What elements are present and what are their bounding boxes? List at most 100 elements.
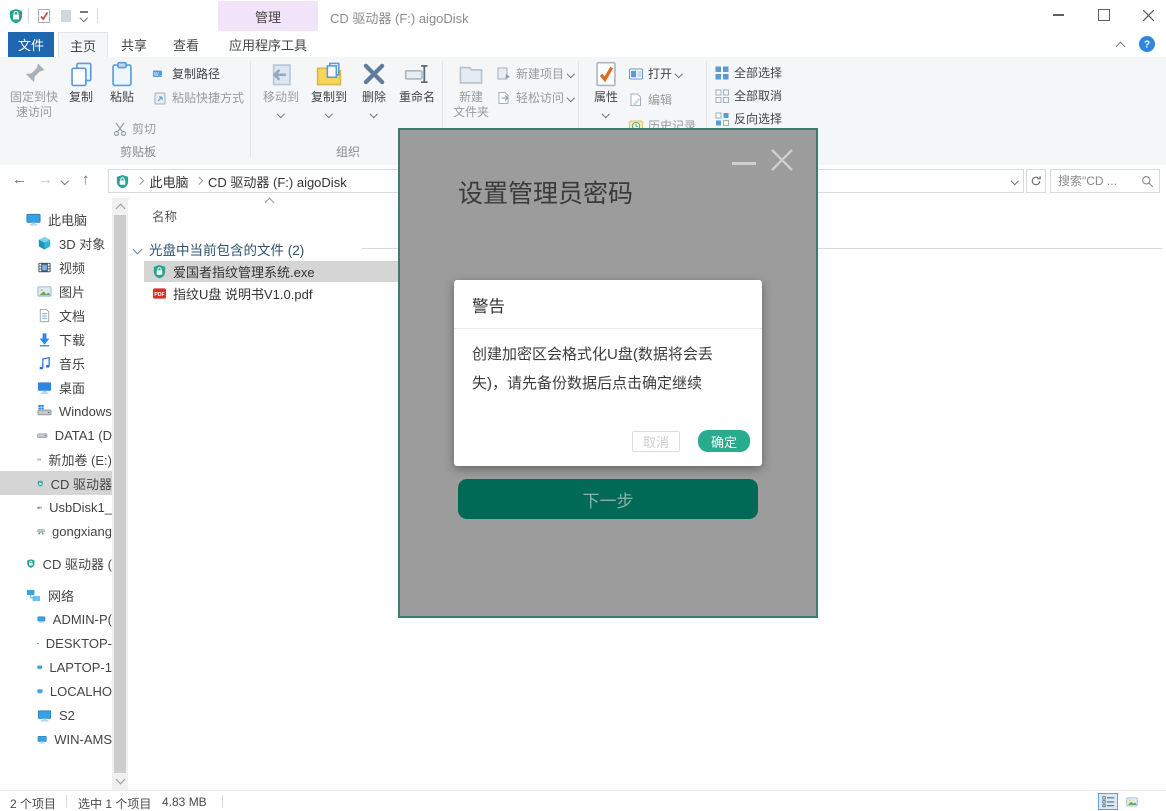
properties-button[interactable]: 属性 <box>586 61 626 120</box>
refresh-button[interactable] <box>1026 169 1046 193</box>
svg-text:PDF: PDF <box>154 292 165 298</box>
sidebar-item[interactable]: 新加卷 (E:) <box>0 447 112 471</box>
group-label-clipboard: 剪贴板 <box>100 143 176 160</box>
selection-count: 选中 1 个项目 <box>78 795 151 811</box>
sidebar-item[interactable]: CD 驱动器 ( <box>0 551 112 575</box>
cut-button[interactable]: 剪切 <box>112 120 156 137</box>
dialog-close-button[interactable] <box>768 146 796 174</box>
tab-view[interactable]: 查看 <box>162 32 210 57</box>
collapse-ribbon-icon[interactable] <box>1116 42 1126 52</box>
move-to-icon <box>268 61 294 87</box>
sidebar-item-label: 此电脑 <box>48 210 87 229</box>
sidebar-item[interactable]: CD 驱动器 <box>0 471 112 495</box>
paste-button[interactable]: 粘贴 <box>102 61 142 105</box>
help-icon[interactable]: ? <box>1139 36 1155 55</box>
column-header-name[interactable]: 名称 <box>152 206 177 225</box>
paste-shortcut-button[interactable]: 粘贴快捷方式 <box>152 89 244 106</box>
contextual-tab-manage[interactable]: 管理 <box>218 1 318 31</box>
sidebar-item[interactable]: gongxiang <box>0 519 112 543</box>
maximize-button[interactable] <box>1081 0 1126 30</box>
easy-access-button[interactable]: 轻松访问 <box>496 89 574 106</box>
open-button[interactable]: 打开 <box>628 65 682 82</box>
sidebar-item[interactable]: 此电脑 <box>0 207 112 231</box>
sidebar-item[interactable]: 文档 <box>0 303 112 327</box>
sidebar-item[interactable]: 图片 <box>0 279 112 303</box>
close-button[interactable] <box>1126 0 1166 30</box>
pdf-icon: PDF <box>152 286 167 301</box>
qat-newfolder-icon[interactable] <box>58 8 74 24</box>
group-collapse-icon[interactable] <box>133 244 143 254</box>
divider <box>250 61 251 157</box>
sidebar-item[interactable]: S2 <box>0 703 112 727</box>
cancel-button[interactable]: 取消 <box>632 431 680 452</box>
tab-app-tools[interactable]: 应用程序工具 <box>218 32 318 57</box>
details-view-button[interactable] <box>1098 793 1118 810</box>
sidebar-item-label: 下载 <box>59 330 85 349</box>
sidebar-scrollbar[interactable] <box>112 198 128 790</box>
move-to-button[interactable]: 移动到 <box>258 61 304 120</box>
sidebar-item[interactable]: DATA1 (D <box>0 423 112 447</box>
sidebar-item[interactable]: LOCALHO <box>0 679 112 703</box>
sidebar-item[interactable]: WIN-AMS <box>0 727 112 751</box>
sidebar-item-label: 新加卷 (E:) <box>48 450 112 469</box>
pc-icon <box>37 684 43 699</box>
easy-access-icon <box>496 90 512 106</box>
sidebar-item[interactable]: Windows <box>0 399 112 423</box>
network-icon <box>26 588 41 603</box>
dialog-minimize-button[interactable] <box>732 162 756 165</box>
delete-button[interactable]: 删除 <box>354 61 394 120</box>
invert-selection-button[interactable]: 反向选择 <box>714 110 782 127</box>
search-icon[interactable] <box>1141 175 1154 188</box>
copy-path-button[interactable]: W..复制路径 <box>152 65 220 82</box>
tab-file[interactable]: 文件 <box>8 32 54 57</box>
thumbnails-view-button[interactable] <box>1122 793 1142 810</box>
edit-button[interactable]: 编辑 <box>628 91 672 108</box>
sort-ascending-icon[interactable] <box>265 198 275 208</box>
qat-properties-icon[interactable] <box>36 8 52 24</box>
minimize-button[interactable] <box>1036 0 1081 30</box>
recent-locations-icon[interactable] <box>61 177 69 185</box>
properties-icon <box>593 61 619 87</box>
sidebar-item-label: ADMIN-P( <box>53 612 112 627</box>
sidebar-item[interactable]: DESKTOP- <box>0 631 112 655</box>
sidebar-item[interactable]: LAPTOP-1 <box>0 655 112 679</box>
breadcrumb-current[interactable]: CD 驱动器 (F:) aigoDisk <box>208 172 347 191</box>
search-input[interactable] <box>1056 173 1137 189</box>
sidebar-item[interactable]: ADMIN-P( <box>0 607 112 631</box>
sidebar-item[interactable]: UsbDisk1_ <box>0 495 112 519</box>
back-button[interactable]: ← <box>12 171 27 188</box>
up-button[interactable]: ↑ <box>82 171 90 188</box>
sidebar-item[interactable]: 下载 <box>0 327 112 351</box>
new-item-button[interactable]: 新建项目 <box>496 65 574 82</box>
select-all-button[interactable]: 全部选择 <box>714 64 782 81</box>
sidebar-item[interactable]: 音乐 <box>0 351 112 375</box>
search-box[interactable] <box>1050 169 1160 193</box>
warning-message: 创建加密区会格式化U盘(数据将会丢失)，请先备份数据后点击确定继续 <box>472 340 746 398</box>
sidebar-item-label: CD 驱动器 <box>51 474 112 493</box>
breadcrumb-this-pc[interactable]: 此电脑 <box>150 172 189 191</box>
rename-button[interactable]: 重命名 <box>394 61 440 105</box>
location-icon <box>115 174 130 189</box>
next-step-button[interactable]: 下一步 <box>458 479 758 519</box>
scrollbar-thumb[interactable] <box>114 215 126 773</box>
forward-button[interactable]: → <box>38 171 53 188</box>
file-group-header[interactable]: 光盘中当前包含的文件 (2) <box>134 239 304 259</box>
pin-to-quick-access-button[interactable]: 固定到快速访问 <box>6 61 62 120</box>
new-folder-button[interactable]: 新建文件夹 <box>448 61 494 120</box>
tab-home[interactable]: 主页 <box>58 32 108 58</box>
scroll-down-icon[interactable] <box>116 775 126 785</box>
copy-button[interactable]: 复制 <box>62 61 100 105</box>
tab-share[interactable]: 共享 <box>110 32 158 57</box>
sidebar-item[interactable]: 视频 <box>0 255 112 279</box>
svg-text:?: ? <box>1144 40 1150 51</box>
pc-icon <box>37 708 52 723</box>
scroll-up-icon[interactable] <box>116 204 126 214</box>
address-dropdown-icon[interactable] <box>1010 177 1018 185</box>
select-none-button[interactable]: 全部取消 <box>714 87 782 104</box>
sidebar-item[interactable]: 网络 <box>0 583 112 607</box>
file-row[interactable]: PDF指纹U盘 说明书V1.0.pdf <box>144 283 312 304</box>
sidebar-item[interactable]: 3D 对象 <box>0 231 112 255</box>
copy-to-button[interactable]: 复制到 <box>306 61 352 120</box>
sidebar-item[interactable]: 桌面 <box>0 375 112 399</box>
ok-button[interactable]: 确定 <box>698 430 750 452</box>
